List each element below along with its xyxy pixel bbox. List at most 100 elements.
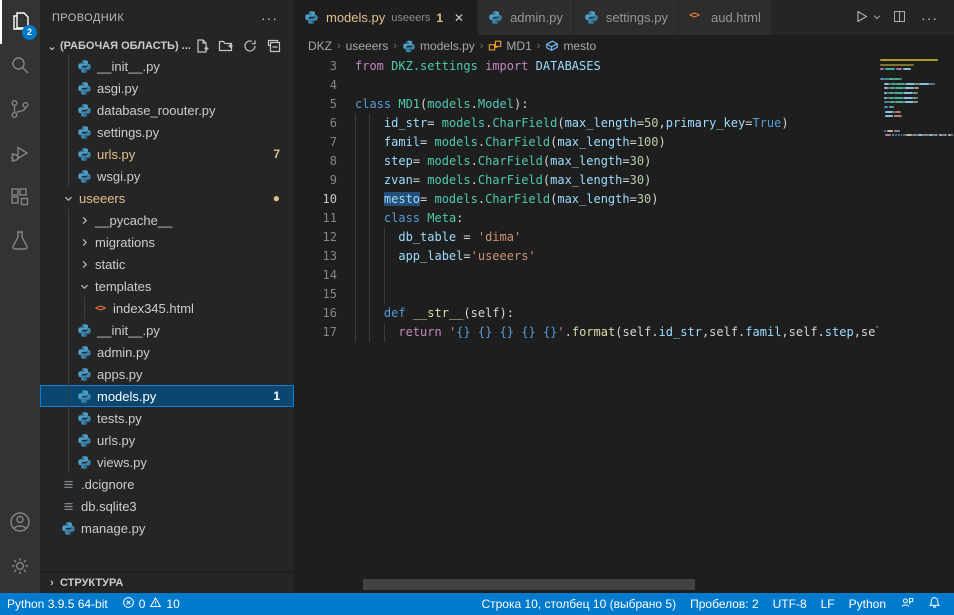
settings-icon [8,554,32,581]
tree-file-asgi.py[interactable]: asgi.py [40,77,294,99]
tree-folder-migrations[interactable]: migrations [40,231,294,253]
tree-file-index345.html[interactable]: <>index345.html [40,297,294,319]
minimap-line [880,68,884,70]
indent-guide [384,266,385,285]
split-editor-button[interactable] [892,9,907,27]
notifications-bell-button[interactable] [921,593,948,615]
minimap-line [885,111,892,113]
breadcrumb-item-useeers[interactable]: useeers [346,39,389,53]
encoding-item[interactable]: UTF-8 [766,593,814,615]
line-content: db_table = 'dima' [355,228,521,247]
tree-file-models.py[interactable]: models.py1 [40,385,294,407]
feedback-button[interactable] [893,593,921,615]
breadcrumb-item-md1[interactable]: MD1 [488,39,531,53]
line-number: 8 [294,152,337,171]
tree-item-label: index345.html [113,301,194,316]
code-line-9[interactable]: 9 zvan= models.CharField(max_length=30) [294,171,878,190]
code-line-10[interactable]: 10 mesto= models.CharField(max_length=30… [294,190,878,209]
breadcrumb-item-mesto[interactable]: mesto [545,39,596,53]
code-line-14[interactable]: 14 [294,266,878,285]
new-folder-icon [218,38,234,54]
tree-file-admin.py[interactable]: admin.py [40,341,294,363]
code-line-16[interactable]: 16 def __str__(self): [294,304,878,323]
code-line-7[interactable]: 7 famil= models.CharField(max_length=100… [294,133,878,152]
breadcrumb-item-dkz[interactable]: DKZ [308,39,332,53]
tab-models.py[interactable]: models.pyuseeers1✕ [294,0,478,35]
code-line-5[interactable]: 5class MD1(models.Model): [294,95,878,114]
code-line-13[interactable]: 13 app_label='useeers' [294,247,878,266]
tree-file-views.py[interactable]: views.py [40,451,294,473]
tree-folder-static[interactable]: static [40,253,294,275]
explorer-more-actions-button[interactable]: ··· [257,10,282,26]
activity-item-run-debug[interactable] [0,132,40,176]
code-line-3[interactable]: 3from DKZ.settings import DATABASES [294,57,878,76]
tree-file-.dcignore[interactable]: .dcignore [40,473,294,495]
tree-file--init-.py[interactable]: __init__.py [40,319,294,341]
activity-item-explorer[interactable]: 2 [0,0,40,44]
problems-item[interactable]: 0 10 [115,593,187,615]
code-editor[interactable]: 3from DKZ.settings import DATABASES45cla… [294,57,878,593]
outline-section-header[interactable]: › СТРУКТУРА [40,571,294,593]
editor-more-actions-button[interactable]: ··· [917,10,942,26]
tree-file-settings.py[interactable]: settings.py [40,121,294,143]
tree-folder-useeers[interactable]: useeers● [40,187,294,209]
close-tab-button[interactable]: ✕ [451,11,467,25]
tab-aud.html[interactable]: <>aud.html [679,0,772,35]
indent-guide [68,363,69,385]
tree-folder--pycache-[interactable]: __pycache__ [40,209,294,231]
run-dropdown-icon[interactable] [872,10,882,25]
activity-item-testing[interactable] [0,220,40,264]
line-number: 9 [294,171,337,190]
activity-item-settings[interactable] [0,545,40,589]
run-python-file-button[interactable] [853,8,882,28]
tree-file--init-.py[interactable]: __init__.py [40,55,294,77]
activity-item-search[interactable] [0,44,40,88]
code-line-17[interactable]: 17 return '{} {} {} {} {}'.format(self.i… [294,323,878,342]
workspace-section-header[interactable]: ⌄ (РАБОЧАЯ ОБЛАСТЬ) ... [40,35,294,57]
indent-guide [369,228,370,247]
vertical-scrollbar[interactable] [944,57,954,593]
minimap-line [893,134,895,136]
tree-file-urls.py[interactable]: urls.py7 [40,143,294,165]
indentation-item[interactable]: Пробелов: 2 [683,593,766,615]
cursor-position-item[interactable]: Строка 10, столбец 10 (выбрано 5) [474,593,683,615]
minimap[interactable] [878,57,944,593]
activity-item-extensions[interactable] [0,176,40,220]
code-line-4[interactable]: 4 [294,76,878,95]
breadcrumb-separator: › [393,40,397,52]
code-line-15[interactable]: 15 [294,285,878,304]
tree-file-db.sqlite3[interactable]: db.sqlite3 [40,495,294,517]
tree-folder-templates[interactable]: templates [40,275,294,297]
code-line-12[interactable]: 12 db_table = 'dima' [294,228,878,247]
indent-guide [369,114,370,133]
eol-item[interactable]: LF [814,593,842,615]
python-interpreter-item[interactable]: Python 3.9.5 64-bit [0,593,115,615]
tree-file-database-roouter.py[interactable]: database_roouter.py [40,99,294,121]
code-line-6[interactable]: 6 id_str= models.CharField(max_length=50… [294,114,878,133]
minimap-line [894,115,902,117]
horizontal-scrollbar[interactable] [363,579,695,590]
tree-file-manage.py[interactable]: manage.py [40,517,294,539]
split-editor-icon [892,9,907,27]
code-line-8[interactable]: 8 step= models.CharField(max_length=30) [294,152,878,171]
activity-item-account[interactable] [0,501,40,545]
tab-settings.py[interactable]: settings.py [574,0,679,35]
activity-item-source-control[interactable] [0,88,40,132]
line-number: 7 [294,133,337,152]
line-content: def __str__(self): [355,304,514,323]
tree-file-tests.py[interactable]: tests.py [40,407,294,429]
tree-file-apps.py[interactable]: apps.py [40,363,294,385]
breadcrumb-item-models.py[interactable]: models.py [402,39,475,53]
tree-file-urls.py[interactable]: urls.py [40,429,294,451]
collapse-folders-button[interactable] [266,38,282,54]
language-mode-item[interactable]: Python [842,593,893,615]
new-file-button[interactable] [194,38,210,54]
tree-item-label: settings.py [97,125,159,140]
tab-label: settings.py [606,10,668,25]
tab-admin.py[interactable]: admin.py [478,0,574,35]
breadcrumb-label: models.py [420,39,475,53]
code-line-11[interactable]: 11 class Meta: [294,209,878,228]
refresh-explorer-button[interactable] [242,38,258,54]
new-folder-button[interactable] [218,38,234,54]
tree-file-wsgi.py[interactable]: wsgi.py [40,165,294,187]
